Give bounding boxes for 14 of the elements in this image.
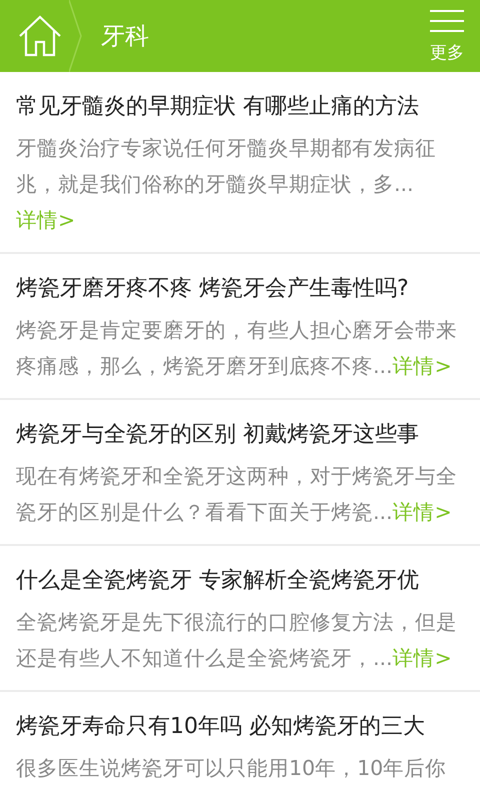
article-summary: 很多医生说烤瓷牙可以只能用10年，10年后你 [16, 755, 448, 782]
article-summary: 烤瓷牙是肯定要磨牙的，有些人担心磨牙会带来疼痛感，那么，烤瓷牙磨牙到底疼不疼...详情> [16, 317, 458, 380]
article-title[interactable]: 什么是全瓷烤瓷牙 专家解析全瓷烤瓷牙优 [16, 564, 464, 598]
menu-icon [430, 8, 464, 32]
article-summary: 现在有烤瓷牙和全瓷牙这两种，对于烤瓷牙与全瓷牙的区别是什么？看看下面关于烤瓷...详情> [16, 463, 458, 526]
breadcrumb-divider [69, 0, 83, 72]
article-summary: 牙髓炎治疗专家说任何牙髓炎早期都有发病征兆，就是我们俗称的牙髓炎早期症状，多... 详情> [16, 135, 437, 234]
article-title[interactable]: 烤瓷牙寿命只有10年吗 必知烤瓷牙的三大 [16, 710, 464, 744]
home-icon [18, 14, 62, 58]
article-title[interactable]: 烤瓷牙与全瓷牙的区别 初戴烤瓷牙这些事 [16, 418, 464, 452]
article-summary: 全瓷烤瓷牙是先下很流行的口腔修复方法，但是还是有些人不知道什么是全瓷烤瓷牙，...详情> [16, 609, 458, 672]
page-title: 牙科 [101, 21, 150, 52]
article-title[interactable]: 常见牙髓炎的早期症状 有哪些止痛的方法 [16, 90, 464, 124]
article-title[interactable]: 烤瓷牙磨牙疼不疼 烤瓷牙会产生毒性吗? [16, 272, 464, 306]
